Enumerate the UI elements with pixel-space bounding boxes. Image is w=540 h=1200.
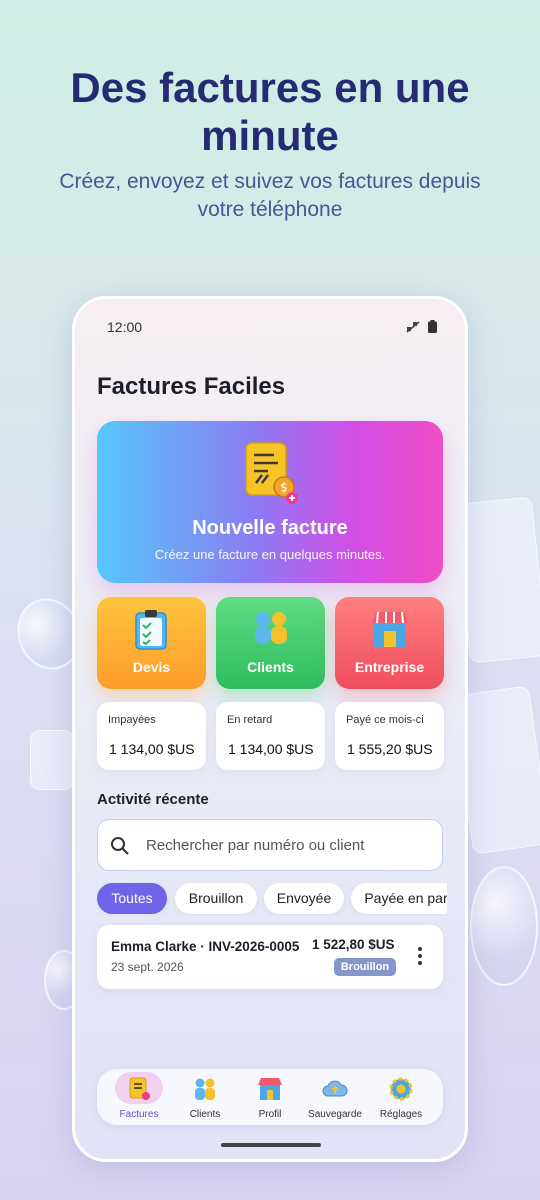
recent-activity-heading: Activité récente [97,791,209,808]
new-invoice-subtitle: Créez une facture en quelques minutes. [154,547,386,562]
filter-chips: Toutes Brouillon Envoyée Payée en par [97,883,447,915]
search-icon [111,837,129,855]
nav-label: Réglages [379,1109,423,1120]
stat-impayees[interactable]: Impayées 1 134,00 $US [97,702,206,770]
invoice-date: 23 sept. 2026 [111,960,184,974]
decorative-paper [30,730,74,790]
tile-entreprise-label: Entreprise [354,659,425,675]
bottom-nav: Factures Clients Profil Sauvegarde Régla… [97,1069,443,1125]
stat-value: 1 134,00 $US [109,741,195,757]
nav-label: Factures [119,1109,159,1120]
status-badge: Brouillon [334,958,396,976]
battery-icon [428,320,437,333]
invoice-title: Emma Clarke · INV-2026-0005 [111,939,300,954]
invoice-add-icon: $ [245,442,298,504]
phone-frame: 12:00 Factures Faciles $ Nouvelle factur… [72,296,468,1162]
store-icon [372,611,408,647]
chip-envoyee[interactable]: Envoyée [264,883,344,914]
more-vert-icon[interactable] [411,945,429,967]
clients-icon [195,1078,215,1100]
tile-entreprise[interactable]: Entreprise [335,597,444,689]
chip-payee[interactable]: Payée en par [351,883,447,914]
status-icons [406,320,437,333]
app-title: Factures Faciles [97,373,286,400]
new-invoice-card[interactable]: $ Nouvelle facture Créez une facture en … [97,421,443,583]
stat-en-retard[interactable]: En retard 1 134,00 $US [216,702,325,770]
stat-label: En retard [227,714,273,726]
tile-clients[interactable]: Clients [216,597,325,689]
hero-subtitle: Créez, envoyez et suivez vos factures de… [59,170,481,221]
clients-icon [255,612,287,644]
nav-label: Sauvegarde [308,1109,362,1120]
cloud-upload-icon [322,1080,348,1097]
search-placeholder: Rechercher par numéro ou client [146,837,365,854]
gear-icon [389,1077,413,1101]
stat-label: Impayées [108,714,156,726]
nav-clients[interactable]: Clients [173,1069,237,1125]
signal-icon [406,320,420,333]
tile-devis-label: Devis [132,659,171,675]
clipboard-icon [135,610,167,650]
invoice-row[interactable]: Emma Clarke · INV-2026-0005 23 sept. 202… [97,925,443,989]
chip-toutes[interactable]: Toutes [97,883,167,914]
store-icon [258,1078,282,1100]
search-input[interactable]: Rechercher par numéro ou client [97,819,443,871]
nav-profil[interactable]: Profil [238,1069,302,1125]
hero-title: Des factures en une minute [70,64,470,159]
nav-factures[interactable]: Factures [107,1069,171,1125]
tile-clients-label: Clients [247,659,294,675]
new-invoice-title: Nouvelle facture [192,517,348,539]
status-time: 12:00 [107,319,143,335]
nav-label: Profil [258,1109,282,1120]
nav-reglages[interactable]: Réglages [369,1069,433,1125]
svg-text:$: $ [280,481,288,495]
chip-brouillon[interactable]: Brouillon [175,883,257,914]
nav-sauvegarde[interactable]: Sauvegarde [303,1069,367,1125]
invoice-amount: 1 522,80 $US [312,937,395,952]
invoice-icon [129,1077,150,1100]
home-indicator[interactable] [221,1143,321,1147]
stat-value: 1 134,00 $US [228,741,314,757]
nav-label: Clients [189,1109,221,1120]
stat-label: Payé ce mois-ci [346,714,424,726]
stat-paye-mois[interactable]: Payé ce mois-ci 1 555,20 $US [335,702,444,770]
tile-devis[interactable]: Devis [97,597,206,689]
stat-value: 1 555,20 $US [347,741,433,757]
decorative-bubble [470,866,538,986]
